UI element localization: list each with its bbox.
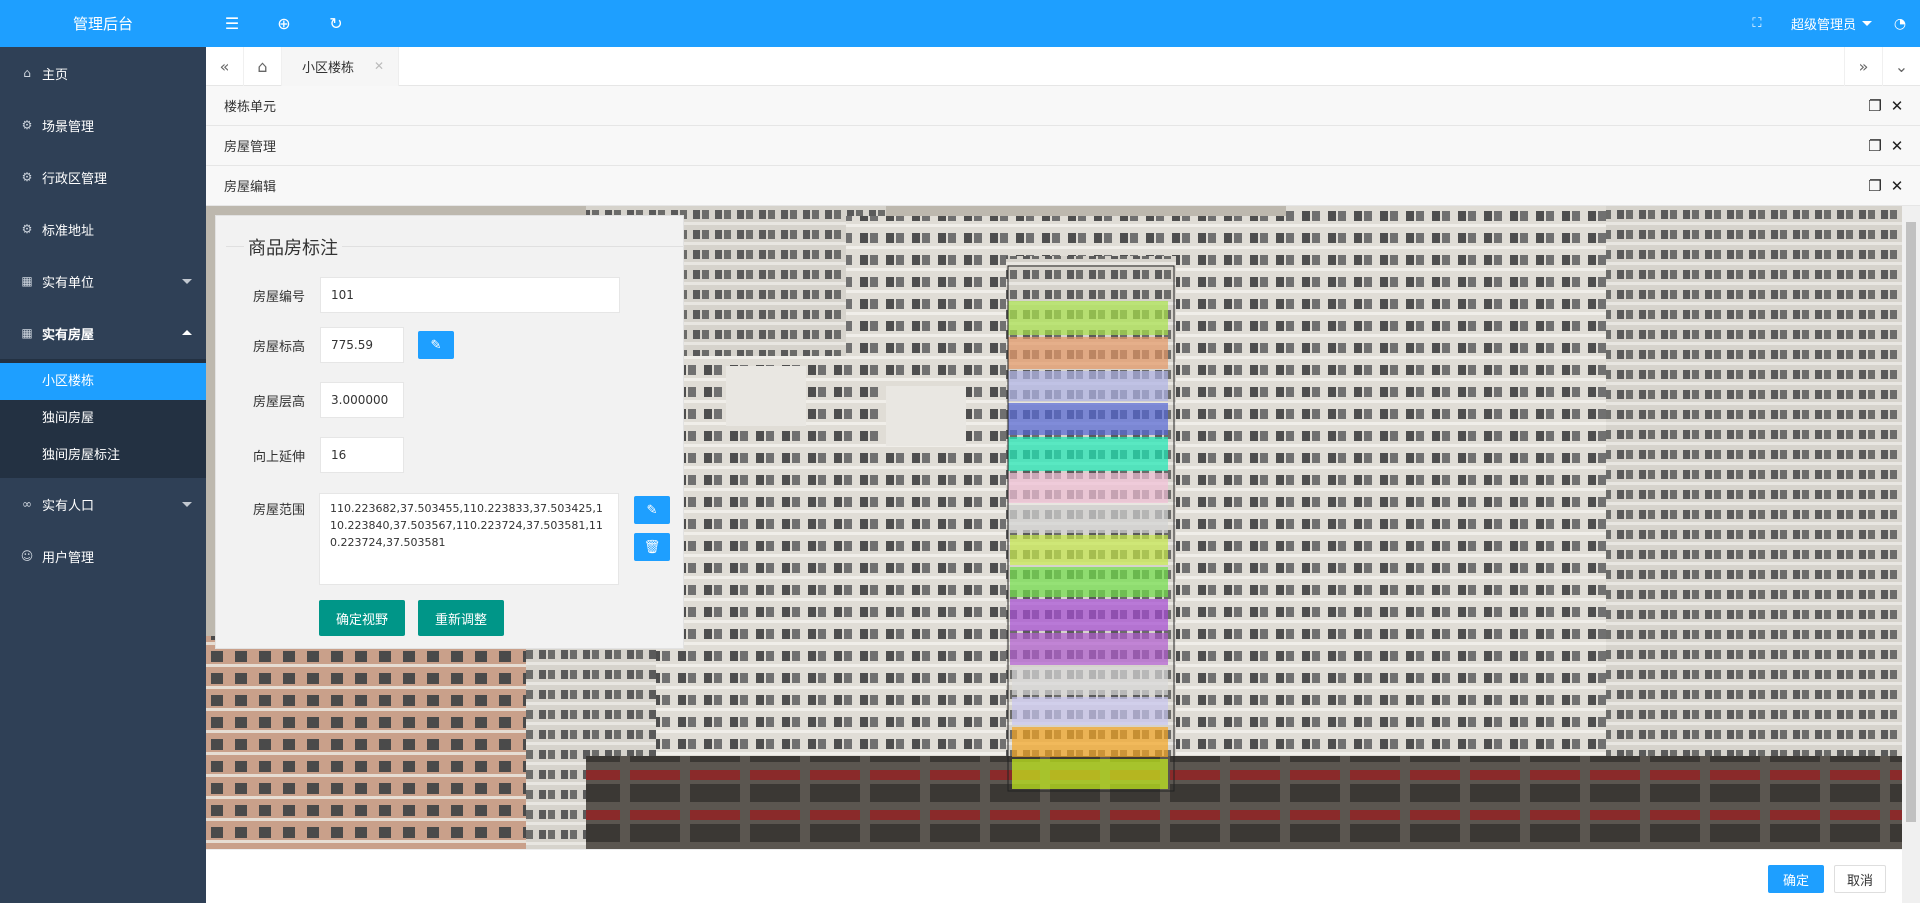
range-label: 房屋范围	[252, 503, 305, 518]
ok-button[interactable]: 确定	[1768, 865, 1824, 893]
sidebar-subitem-building[interactable]: 小区楼栋	[0, 363, 206, 400]
tab-scroll-right-icon[interactable]: »	[1844, 46, 1882, 86]
sidebar-item-label: 实有单位	[42, 275, 95, 291]
app-logo-title[interactable]: 管理后台	[0, 0, 206, 47]
sidebar-item-address[interactable]: ⚙ 标准地址	[0, 203, 206, 255]
dialog-footer: 确定 取消	[206, 849, 1902, 903]
trash-icon: 🗑	[643, 539, 661, 554]
restore-icon[interactable]: ❐	[1864, 97, 1886, 115]
pencil-icon: ✎	[430, 337, 442, 352]
layer-title: 房屋管理	[224, 140, 277, 155]
caret-down-icon	[1862, 21, 1872, 26]
sidebar-item-label: 实有房屋	[42, 327, 95, 343]
extend-up-input[interactable]	[320, 437, 404, 473]
sidebar-item-district[interactable]: ⚙ 行政区管理	[0, 151, 206, 203]
sidebar-item-label: 标准地址	[42, 223, 95, 239]
layer-title: 房屋编辑	[224, 180, 277, 195]
close-icon[interactable]: ✕	[1886, 177, 1908, 195]
delete-range-button[interactable]: 🗑	[634, 533, 670, 561]
sidebar-item-users[interactable]: ☺ 用户管理	[0, 530, 206, 582]
theme-icon[interactable]: ◔	[1880, 0, 1920, 47]
row-room-no: 房屋编号	[216, 277, 620, 313]
extend-up-label: 向上延伸	[252, 449, 305, 465]
chevron-up-icon	[182, 330, 192, 335]
sidebar-item-population[interactable]: ∞ 实有人口	[0, 478, 206, 530]
pencil-icon: ✎	[646, 502, 658, 517]
elevation-input[interactable]	[320, 327, 404, 363]
sidebar-subitem-single-house[interactable]: 独间房屋	[0, 400, 206, 437]
sidebar-item-house[interactable]: ▦ 实有房屋	[0, 307, 206, 359]
sidebar-submenu: 小区楼栋 独间房屋 独间房屋标注	[0, 359, 206, 478]
sidebar-item-label: 场景管理	[42, 119, 95, 135]
sidebar-item-scene[interactable]: ⚙ 场景管理	[0, 99, 206, 151]
restore-icon[interactable]: ❐	[1864, 177, 1886, 195]
sidebar-item-label: 主页	[42, 67, 69, 83]
readjust-button[interactable]: 重新调整	[418, 600, 504, 636]
edit-elevation-button[interactable]: ✎	[418, 331, 454, 359]
tab-scroll-left-icon[interactable]: «	[206, 46, 244, 86]
layer-title: 楼栋单元	[224, 100, 277, 115]
home-icon: ⌂	[23, 66, 31, 80]
confirm-view-button[interactable]: 确定视野	[319, 600, 405, 636]
house-mark-panel: 商品房标注 房屋编号 房屋标高 ✎ 房屋层高 向上延伸 房屋范围 110.223…	[215, 215, 684, 649]
link-icon: ∞	[22, 497, 32, 511]
tab-building[interactable]: 小区楼栋 ✕	[282, 46, 400, 86]
edit-range-button[interactable]: ✎	[634, 496, 670, 524]
tab-home-icon[interactable]: ⌂	[244, 46, 282, 86]
row-floor-height: 房屋层高	[216, 382, 404, 418]
chevron-down-icon	[182, 279, 192, 284]
sidebar-subitem-single-house-mark[interactable]: 独间房屋标注	[0, 437, 206, 474]
tab-bar: « ⌂ 小区楼栋 ✕ » ⌄	[206, 46, 1920, 86]
scrollbar-thumb[interactable]	[1906, 222, 1916, 822]
tab-close-icon[interactable]: ✕	[374, 59, 384, 73]
restore-icon[interactable]: ❐	[1864, 137, 1886, 155]
panel-title: 商品房标注	[244, 234, 342, 260]
chevron-down-icon	[182, 502, 192, 507]
user-icon: ☺	[20, 549, 34, 563]
sidebar: 管理后台 ⌂ 主页 ⚙ 场景管理 ⚙ 行政区管理 ⚙ 标准地址 ▦ 实有单位 ▦…	[0, 0, 206, 903]
range-textarea[interactable]: 110.223682,37.503455,110.223833,37.50342…	[319, 493, 619, 585]
refresh-icon[interactable]: ↻	[310, 0, 362, 47]
tab-label: 小区楼栋	[302, 60, 355, 76]
room-no-input[interactable]	[320, 277, 620, 313]
layer-house-edit: 房屋编辑 ❐ ✕	[206, 166, 1920, 206]
close-icon[interactable]: ✕	[1886, 97, 1908, 115]
floor-height-input[interactable]	[320, 382, 404, 418]
sidebar-item-label: 用户管理	[42, 550, 95, 566]
globe-icon[interactable]: ⊕	[258, 0, 310, 47]
sidebar-item-unit[interactable]: ▦ 实有单位	[0, 255, 206, 307]
row-extend-up: 向上延伸	[216, 437, 404, 473]
top-header: ☰ ⊕ ↻ ⛶ 超级管理员 ◔	[206, 0, 1920, 47]
sidebar-item-label: 实有人口	[42, 498, 95, 514]
tab-more-icon[interactable]: ⌄	[1882, 46, 1920, 86]
row-range: 房屋范围	[216, 499, 320, 518]
row-elevation: 房屋标高 ✎	[216, 327, 454, 363]
grid-icon: ▦	[21, 274, 33, 288]
elevation-label: 房屋标高	[252, 339, 305, 355]
layer-house-management: 房屋管理 ❐ ✕	[206, 126, 1920, 166]
sidebar-item-home[interactable]: ⌂ 主页	[0, 47, 206, 99]
floor-height-label: 房屋层高	[252, 394, 305, 410]
cancel-button[interactable]: 取消	[1834, 865, 1886, 893]
layer-building-unit: 楼栋单元 ❐ ✕	[206, 86, 1920, 126]
close-icon[interactable]: ✕	[1886, 137, 1908, 155]
grid-icon: ▦	[21, 326, 33, 340]
user-name: 超级管理员	[1790, 18, 1856, 33]
gear-icon: ⚙	[21, 118, 33, 132]
user-menu[interactable]: 超级管理员	[1783, 14, 1880, 33]
gear-icon: ⚙	[21, 170, 33, 184]
sidebar-item-label: 行政区管理	[42, 171, 108, 187]
room-no-label: 房屋编号	[252, 289, 305, 305]
menu-toggle-icon[interactable]: ☰	[206, 0, 258, 47]
fullscreen-icon[interactable]: ⛶	[1731, 0, 1783, 47]
gear-icon: ⚙	[21, 222, 33, 236]
vertical-scrollbar[interactable]	[1902, 206, 1920, 903]
